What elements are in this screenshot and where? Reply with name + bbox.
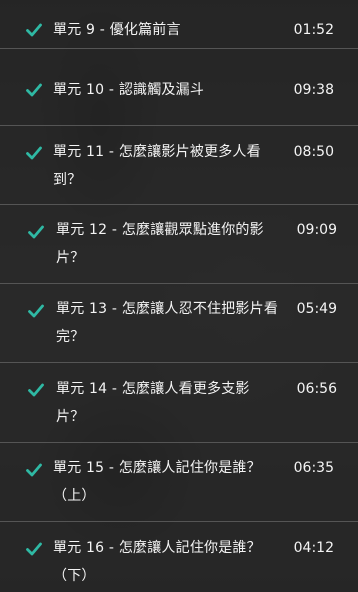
lesson-title: 單元 11 - 怎麼讓影片被更多人看到？ xyxy=(53,144,261,188)
checkmark-icon xyxy=(26,83,42,97)
lesson-duration: 06:35 xyxy=(293,460,334,476)
lesson-title: 單元 15 - 怎麼讓人記住你是誰？（上） xyxy=(53,460,261,504)
lesson-title: 單元 12 - 怎麼讓觀眾點進你的影片？ xyxy=(56,222,264,266)
checkmark-icon xyxy=(28,304,44,318)
checkmark-icon xyxy=(26,146,42,160)
checkmark-icon xyxy=(26,463,42,477)
lesson-item-15[interactable]: 單元 15 - 怎麼讓人記住你是誰？（上） 06:35 xyxy=(0,443,358,522)
lesson-duration: 09:38 xyxy=(293,82,334,98)
checkmark-icon xyxy=(26,542,42,556)
checkmark-icon xyxy=(28,383,44,397)
checkmark-icon xyxy=(28,225,44,239)
lesson-list: 單元 9 - 優化篇前言 01:52 單元 10 - 認識觸及漏斗 09:38 … xyxy=(0,0,358,592)
lesson-duration: 05:49 xyxy=(296,301,337,317)
lesson-item-9[interactable]: 單元 9 - 優化篇前言 01:52 xyxy=(0,0,358,49)
lesson-duration: 08:50 xyxy=(293,144,334,160)
lesson-duration: 09:09 xyxy=(296,222,337,238)
lesson-item-14[interactable]: 單元 14 - 怎麼讓人看更多支影片？ 06:56 xyxy=(0,363,358,443)
lesson-title: 單元 10 - 認識觸及漏斗 xyxy=(53,82,205,98)
lesson-title: 單元 14 - 怎麼讓人看更多支影片？ xyxy=(56,381,250,425)
lesson-duration: 01:52 xyxy=(293,22,334,38)
lesson-title: 單元 13 - 怎麼讓人忍不住把影片看完？ xyxy=(56,301,279,345)
lesson-item-13[interactable]: 單元 13 - 怎麼讓人忍不住把影片看完？ 05:49 xyxy=(0,284,358,363)
lesson-duration: 06:56 xyxy=(296,381,337,397)
lesson-item-16[interactable]: 單元 16 - 怎麼讓人記住你是誰？（下） 04:12 xyxy=(0,522,358,592)
lesson-duration: 04:12 xyxy=(293,540,334,556)
lesson-title: 單元 16 - 怎麼讓人記住你是誰？（下） xyxy=(53,540,261,584)
checkmark-icon xyxy=(26,23,42,37)
lesson-title: 單元 9 - 優化篇前言 xyxy=(53,22,181,38)
lesson-item-11[interactable]: 單元 11 - 怎麼讓影片被更多人看到？ 08:50 xyxy=(0,126,358,205)
lesson-item-10[interactable]: 單元 10 - 認識觸及漏斗 09:38 xyxy=(0,49,358,126)
lesson-item-12[interactable]: 單元 12 - 怎麼讓觀眾點進你的影片？ 09:09 xyxy=(0,205,358,284)
